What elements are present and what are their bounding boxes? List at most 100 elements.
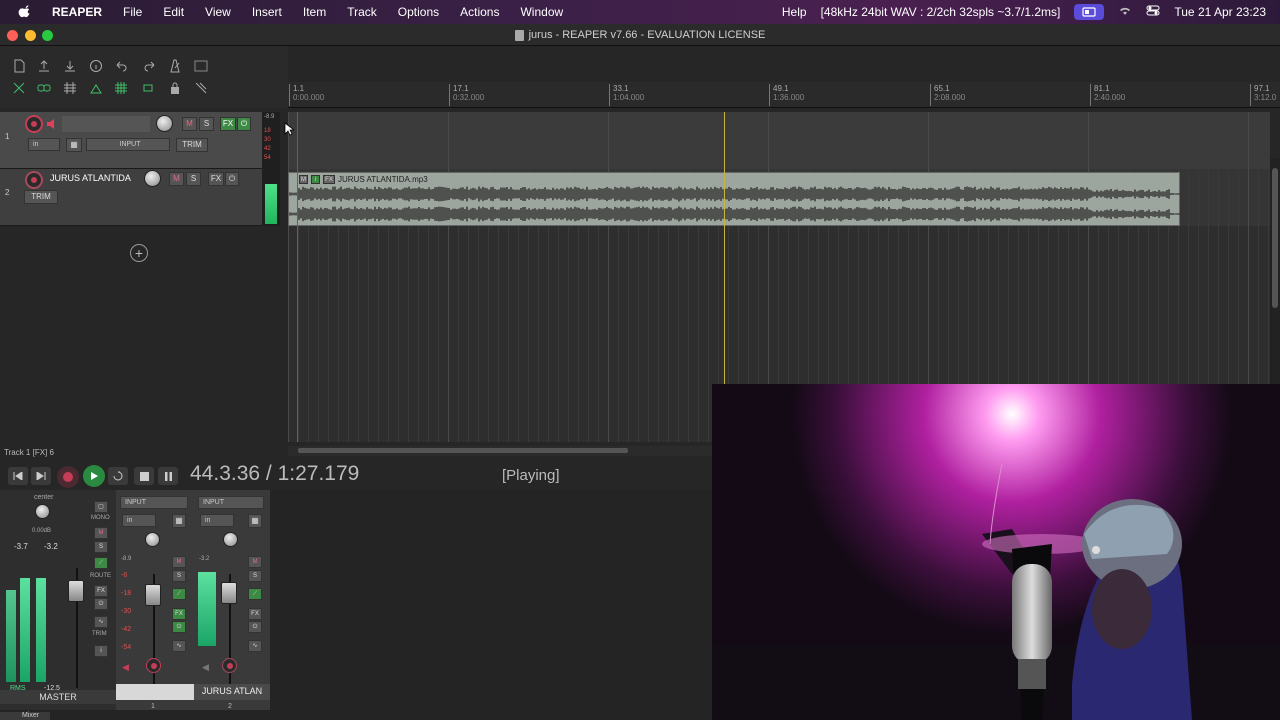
go-to-start-button[interactable] xyxy=(8,467,28,485)
strip-name[interactable] xyxy=(116,684,194,700)
minimize-window-button[interactable] xyxy=(25,30,36,41)
master-route-icon[interactable]: ⟋ xyxy=(94,557,108,569)
open-project-icon[interactable] xyxy=(35,58,53,74)
screen-share-icon[interactable] xyxy=(1074,4,1105,20)
strip-input-dropdown[interactable]: INPUT xyxy=(120,496,188,509)
strip-trim-icon[interactable]: ∿ xyxy=(248,640,262,652)
track-name-field[interactable]: JURUS ATLANTIDA xyxy=(46,171,144,187)
master-fx-bypass-button[interactable]: ⏻ xyxy=(94,598,108,610)
zoom-window-button[interactable] xyxy=(42,30,53,41)
project-settings-icon[interactable] xyxy=(87,58,105,74)
timeline-ruler[interactable]: 1.1 0:00.000 17.1 0:32.000 33.1 1:04.000 49… xyxy=(288,82,1280,108)
automation-icon[interactable] xyxy=(192,80,210,96)
metronome-icon[interactable] xyxy=(166,58,184,74)
master-fx-button[interactable]: FX xyxy=(94,585,108,597)
apple-icon[interactable] xyxy=(18,5,32,19)
strip-pan-knob[interactable] xyxy=(145,532,160,547)
snap-icon[interactable] xyxy=(87,80,105,96)
new-project-icon[interactable] xyxy=(10,58,28,74)
strip-route-icon[interactable]: ⟋ xyxy=(172,588,186,600)
time-display[interactable]: 44.3.36 / 1:27.179 xyxy=(190,462,359,486)
master-volume-readout[interactable]: 0.00dB xyxy=(32,528,51,534)
grid-settings-icon[interactable] xyxy=(192,58,210,74)
strip-solo-button[interactable]: S xyxy=(248,570,262,582)
fx-button[interactable]: FX xyxy=(208,172,224,186)
record-arm-button[interactable] xyxy=(25,171,43,189)
strip-fader[interactable] xyxy=(145,584,161,606)
strip-fx-bypass-button[interactable]: ⏻ xyxy=(248,621,262,633)
master-fader[interactable] xyxy=(68,580,84,602)
strip-monitor-icon[interactable]: ◀ xyxy=(122,662,129,673)
mute-button[interactable]: M xyxy=(182,117,197,131)
fx-button[interactable]: FX xyxy=(220,117,236,131)
menu-actions[interactable]: Actions xyxy=(460,5,499,19)
strip-monitor-dropdown[interactable]: in xyxy=(122,514,156,527)
strip-name[interactable]: JURUS ATLAN xyxy=(194,684,270,700)
strip-solo-button[interactable]: S xyxy=(172,570,186,582)
clock[interactable]: Tue 21 Apr 23:23 xyxy=(1174,5,1266,19)
strip-mute-button[interactable]: M xyxy=(248,556,262,568)
menu-item[interactable]: Item xyxy=(303,5,326,19)
master-solo-button[interactable]: S xyxy=(94,541,108,553)
master-mono-icon[interactable]: ▢ xyxy=(94,501,108,513)
fx-bypass-button[interactable]: ⏻ xyxy=(237,117,251,131)
strip-record-arm-button[interactable] xyxy=(222,658,237,673)
undo-icon[interactable] xyxy=(112,58,130,74)
input-monitor-dropdown[interactable]: in xyxy=(28,138,60,151)
pause-button[interactable] xyxy=(158,467,178,485)
strip-input-dropdown[interactable]: INPUT xyxy=(198,496,264,509)
add-track-button[interactable]: + xyxy=(130,244,148,262)
save-project-icon[interactable] xyxy=(61,58,79,74)
menu-track[interactable]: Track xyxy=(347,5,377,19)
record-monitor-icon[interactable] xyxy=(46,118,58,130)
menu-help[interactable]: Help xyxy=(782,5,807,19)
wifi-icon[interactable] xyxy=(1118,5,1132,19)
strip-monitor-icon[interactable]: ◀ xyxy=(202,662,209,673)
strip-midi-icon[interactable]: ▦ xyxy=(172,514,186,528)
strip-fader[interactable] xyxy=(221,582,237,604)
menu-view[interactable]: View xyxy=(205,5,231,19)
master-trim-button[interactable]: TRIM xyxy=(92,631,107,637)
solo-button[interactable]: S xyxy=(199,117,214,131)
master-trim-icon[interactable]: ∿ xyxy=(94,616,108,628)
strip-fx-button[interactable]: FX xyxy=(172,608,186,620)
go-to-end-button[interactable] xyxy=(31,467,51,485)
strip-trim-icon[interactable]: ∿ xyxy=(172,640,186,652)
track-volume-knob[interactable] xyxy=(144,170,161,187)
mixer-tab[interactable]: Mixer xyxy=(0,712,50,720)
track-1-header[interactable]: 1 M S FX ⏻ in ▦ INPUT TRIM xyxy=(0,112,262,169)
item-grouping-icon[interactable] xyxy=(35,80,53,96)
record-arm-button[interactable] xyxy=(25,115,43,133)
menu-window[interactable]: Window xyxy=(520,5,563,19)
menu-edit[interactable]: Edit xyxy=(163,5,184,19)
redo-icon[interactable] xyxy=(141,58,159,74)
media-item[interactable]: M i FX JURUS ATLANTIDA.mp3 xyxy=(288,172,1180,226)
trim-button[interactable]: TRIM xyxy=(176,138,208,152)
strip-record-arm-button[interactable] xyxy=(146,658,161,673)
menu-insert[interactable]: Insert xyxy=(252,5,282,19)
close-window-button[interactable] xyxy=(7,30,18,41)
strip-fx-button[interactable]: FX xyxy=(248,608,262,620)
horizontal-scrollbar[interactable] xyxy=(288,446,712,456)
master-mono-button[interactable]: MONO xyxy=(91,515,110,521)
audio-status[interactable]: [48kHz 24bit WAV : 2/2ch 32spls ~3.7/1.2… xyxy=(821,5,1061,19)
strip-midi-icon[interactable]: ▦ xyxy=(248,514,262,528)
record-button[interactable] xyxy=(57,466,79,488)
master-pan-knob[interactable] xyxy=(35,504,50,519)
mute-button[interactable]: M xyxy=(169,172,184,186)
loop-icon[interactable] xyxy=(139,80,157,96)
menu-file[interactable]: File xyxy=(123,5,142,19)
track-1-lane[interactable] xyxy=(288,112,1270,169)
strip-pan-knob[interactable] xyxy=(223,532,238,547)
record-input-dropdown[interactable]: INPUT xyxy=(86,138,170,151)
grid-icon[interactable] xyxy=(112,80,130,96)
midi-input-icon[interactable]: ▦ xyxy=(66,138,82,152)
ripple-edit-icon[interactable] xyxy=(10,80,28,96)
master-route-button[interactable]: ROUTE xyxy=(90,573,111,579)
menu-app[interactable]: REAPER xyxy=(52,5,102,19)
menu-options[interactable]: Options xyxy=(398,5,439,19)
lock-icon[interactable] xyxy=(166,80,184,96)
trim-button[interactable]: TRIM xyxy=(24,190,58,204)
track-2-header[interactable]: 2 JURUS ATLANTIDA M S FX ⏻ TRIM xyxy=(0,169,262,226)
control-center-icon[interactable] xyxy=(1146,5,1160,19)
